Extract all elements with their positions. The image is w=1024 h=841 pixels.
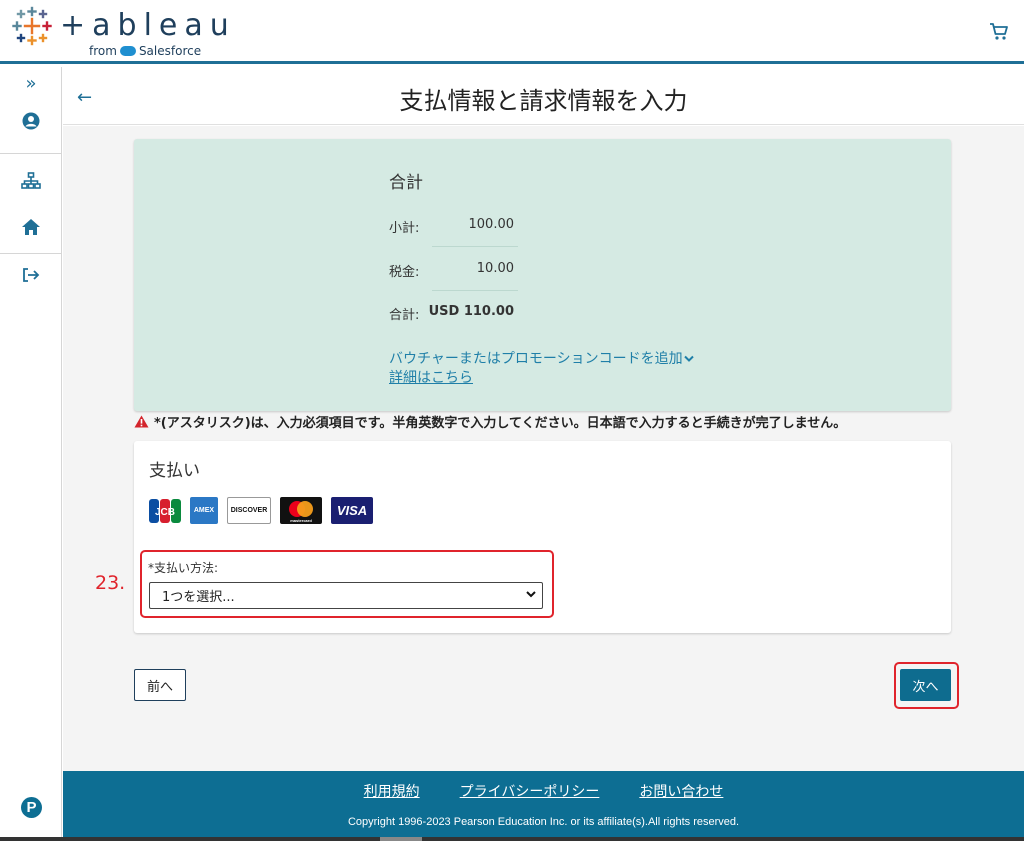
privacy-link[interactable]: プライバシーポリシー [460,781,600,801]
tax-label: 税金: [389,265,420,280]
scrollbar-thumb[interactable] [380,837,422,841]
tableau-cross-icon [12,6,52,46]
mastercard-text: mastercard [290,518,312,523]
payment-title: 支払い [149,461,200,481]
divider [432,290,518,291]
promo-code-toggle[interactable]: バウチャーまたはプロモーションコードを追加 [389,348,694,368]
chevron-down-icon [526,591,536,598]
total-value: USD 110.00 [428,304,514,319]
discover-icon: DISCOVER [227,497,271,524]
logo-wordmark: +ableau [60,8,236,43]
chevron-down-icon [683,355,694,362]
logo-subtitle: from Salesforce [89,44,201,58]
sidebar-logout-icon[interactable] [0,265,62,285]
order-summary-panel [134,139,951,411]
sidebar-separator [0,153,62,154]
card-brands: JCB AMEX DISCOVER mastercard VISA [149,497,373,524]
pearson-logo-icon[interactable]: P [21,797,42,818]
jcb-icon: JCB [149,497,181,524]
sidebar-org-chart-icon[interactable] [0,171,62,191]
contact-link[interactable]: お問い合わせ [639,781,723,801]
subtotal-label: 小計: [389,221,420,236]
footer-links: 利用規約 プライバシーポリシー お問い合わせ [63,781,1024,801]
title-bar: ← 支払情報と請求情報を入力 [63,67,1024,125]
salesforce-label: Salesforce [138,44,202,58]
previous-button[interactable]: 前へ [134,669,186,701]
divider [432,246,518,247]
sidebar-home-icon[interactable] [0,217,62,237]
cart-icon[interactable] [988,20,1010,42]
subtotal-value: 100.00 [468,217,515,232]
warning-icon [134,415,149,428]
payment-method-value: 1つを選択... [162,590,235,605]
page-title: 支払情報と請求情報を入力 [399,87,688,115]
required-warning: *(アスタリスク)は、入力必須項目です。半角英数字で入力してください。日本語で入… [134,412,846,431]
terms-link[interactable]: 利用規約 [364,781,420,801]
details-link[interactable]: 詳細はこちら [389,367,473,387]
sidebar-user-icon[interactable] [0,111,62,131]
warning-text: *(アスタリスク)は、入力必須項目です。半角英数字で入力してください。日本語で入… [154,416,847,431]
copyright-text: Copyright 1996-2023 Pearson Education In… [347,816,740,828]
summary-title: 合計 [389,173,423,193]
next-button[interactable]: 次へ [900,669,951,701]
bottom-scrollbar[interactable] [0,837,1024,841]
top-header: +ableau from Salesforce [0,0,1024,64]
promo-code-link: バウチャーまたはプロモーションコードを追加 [389,351,683,367]
tableau-logo[interactable]: +ableau from Salesforce [12,6,229,60]
sidebar-expand-icon[interactable]: » [0,73,62,94]
amex-icon: AMEX [190,497,218,524]
mastercard-icon: mastercard [280,497,322,524]
tax-value: 10.00 [476,261,514,276]
salesforce-cloud-icon [119,46,136,56]
footer: 利用規約 プライバシーポリシー お問い合わせ Copyright 1996-20… [63,771,1024,841]
sidebar-separator [0,253,62,254]
payment-method-select[interactable]: 1つを選択... [149,582,543,609]
from-label: from [89,44,117,58]
step-number-annotation: 23. [95,572,126,594]
left-sidebar: » [0,67,62,841]
jcb-text: JCB [155,507,175,518]
payment-method-label: *支払い方法: [148,561,219,575]
total-label: 合計: [389,308,420,323]
visa-icon: VISA [331,497,373,524]
